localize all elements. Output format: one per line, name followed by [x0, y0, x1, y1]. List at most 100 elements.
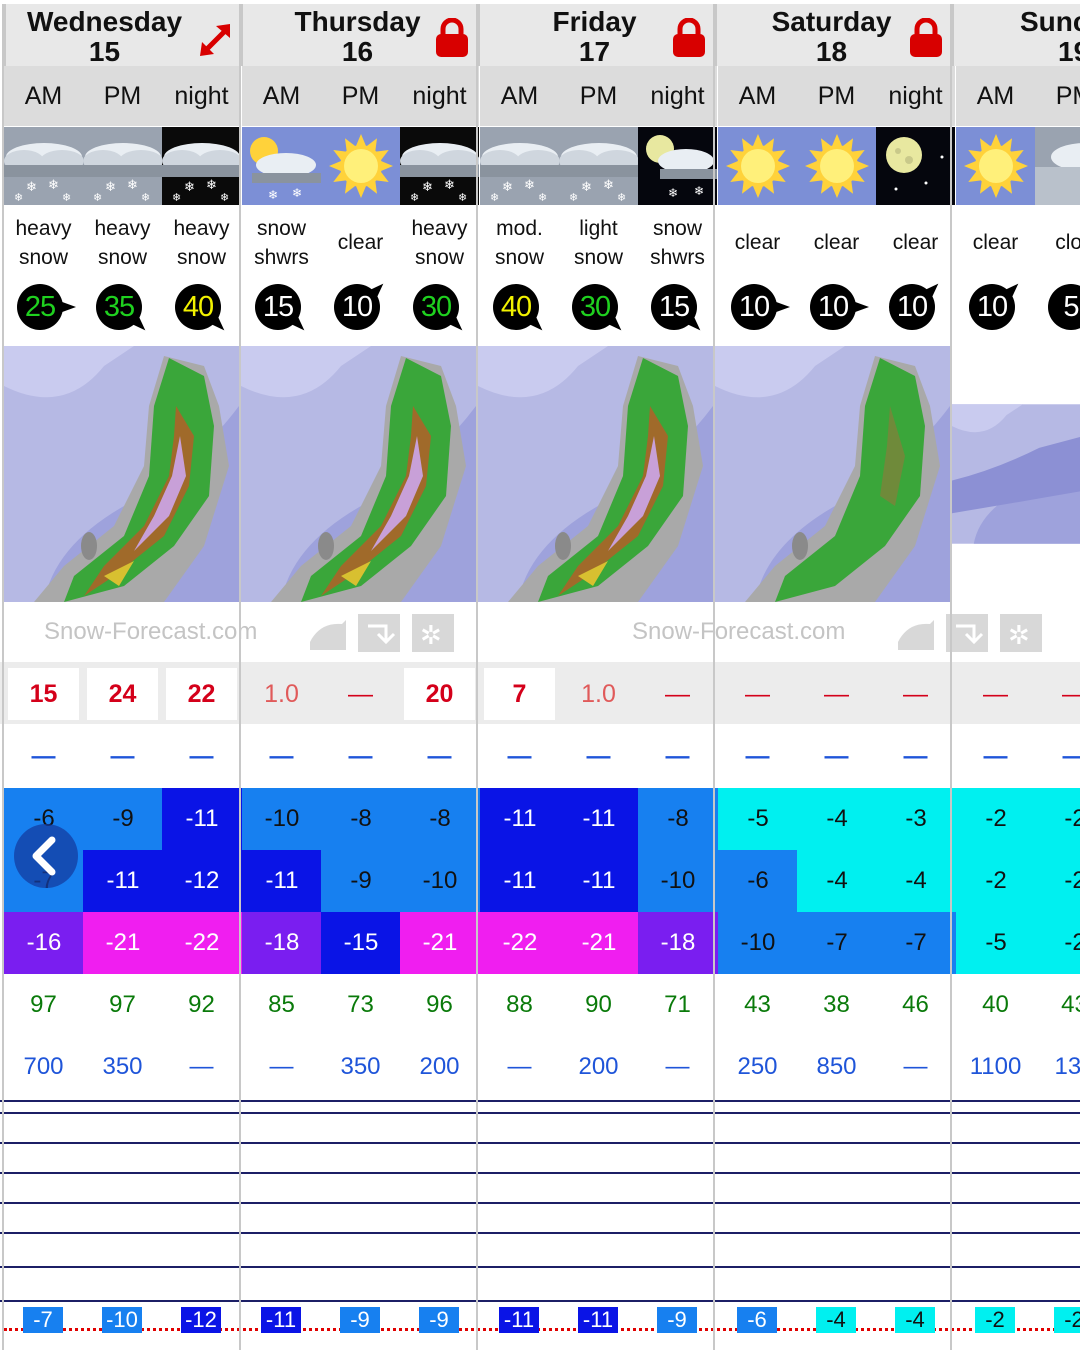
- weather-word: snow: [494, 245, 545, 269]
- snow-amount: 15: [8, 668, 79, 720]
- wind-badge: 5: [1041, 283, 1080, 339]
- snow-showers-icon: ❄ ❄: [242, 127, 321, 205]
- freezing-temp-badge: -10: [102, 1307, 142, 1333]
- rain-amount: —: [1035, 728, 1080, 786]
- min-temp: -10: [400, 850, 480, 912]
- wind-badge: 25: [10, 283, 80, 339]
- svg-text:❄: ❄: [490, 192, 499, 204]
- weather-word: heavy: [411, 216, 468, 240]
- svg-text:❄: ❄: [694, 184, 704, 198]
- back-arrow-button[interactable]: [14, 824, 78, 888]
- rain-amount: —: [189, 743, 214, 770]
- wind-speed: 35: [103, 290, 135, 323]
- snow-map[interactable]: [952, 346, 1080, 602]
- snow-map[interactable]: [241, 346, 476, 602]
- weather-word: snow: [256, 216, 307, 240]
- day-separator: [476, 4, 478, 1350]
- svg-text:❄: ❄: [410, 192, 419, 204]
- weather-summary: clear: [956, 205, 1035, 280]
- svg-text:❄: ❄: [422, 179, 433, 194]
- period-label: PM: [83, 66, 162, 126]
- weather-word: heavy: [15, 216, 72, 240]
- snow-tools-icons[interactable]: ✲: [894, 612, 1044, 654]
- day-header[interactable]: Friday 17: [478, 4, 715, 67]
- weather-summary: light snow: [559, 205, 638, 280]
- weather-summary: heavy snow: [162, 205, 241, 280]
- sun-icon: [956, 127, 1035, 205]
- weather-word: light: [579, 216, 618, 240]
- day-header[interactable]: Saturday 18: [715, 4, 952, 67]
- min-temp: -9: [321, 850, 401, 912]
- grid-line: [0, 1112, 1080, 1114]
- min-temp: -4: [797, 850, 877, 912]
- humidity-value: 40: [982, 991, 1009, 1018]
- svg-text:❄: ❄: [48, 177, 59, 192]
- snow-map[interactable]: [478, 346, 713, 602]
- wind-chill-temp: -22: [480, 912, 560, 974]
- weather-summary: clear: [797, 205, 876, 280]
- humidity-value: 43: [1061, 991, 1080, 1018]
- freezing-temp-badge: -11: [499, 1307, 539, 1333]
- day-header[interactable]: Sunc19: [952, 4, 1080, 67]
- day-header[interactable]: Thursday 16: [241, 4, 478, 67]
- freezing-temp-badge: -7: [23, 1307, 63, 1333]
- rain-amount: —: [983, 743, 1008, 770]
- svg-text:❄: ❄: [62, 192, 71, 204]
- freezing-level: —: [189, 1053, 214, 1080]
- day-separator: [2, 4, 4, 1350]
- rain-amount: —: [110, 743, 135, 770]
- wind-chill-temp: -5: [956, 912, 1036, 974]
- humidity-value: 97: [30, 991, 57, 1018]
- expand-icon[interactable]: [196, 20, 236, 60]
- max-temp: -8: [400, 788, 480, 850]
- lock-icon[interactable]: [672, 17, 705, 58]
- weather-word: clear: [337, 231, 384, 254]
- weather-summary: clou: [1035, 205, 1080, 280]
- weather-word: snow: [97, 245, 148, 269]
- svg-text:❄: ❄: [444, 177, 455, 192]
- wind-badge: 10: [803, 283, 873, 339]
- weather-word: snow: [176, 245, 227, 269]
- grid-line: [0, 1142, 1080, 1144]
- snow-tools-icons[interactable]: ✲: [306, 612, 456, 654]
- svg-text:❄: ❄: [524, 177, 535, 192]
- weather-word: clear: [972, 231, 1019, 254]
- min-temp: -2: [956, 850, 1036, 912]
- min-temp: -12: [162, 850, 242, 912]
- rain-amount: —: [31, 743, 56, 770]
- wind-speed: 40: [182, 290, 214, 323]
- rain-amount: —: [745, 743, 770, 770]
- weather-word: snow: [18, 245, 69, 269]
- rain-amount: —: [348, 743, 373, 770]
- period-label: night: [638, 66, 717, 126]
- svg-text:❄: ❄: [141, 192, 150, 204]
- snow-amount: —: [745, 679, 770, 708]
- svg-text:❄: ❄: [268, 188, 278, 202]
- max-temp: -9: [83, 788, 163, 850]
- lock-icon[interactable]: [435, 17, 468, 58]
- humidity-value: 97: [109, 991, 136, 1018]
- svg-text:❄: ❄: [105, 179, 116, 194]
- snow-amount: 1.0: [581, 679, 616, 708]
- snow-amount: —: [348, 679, 373, 708]
- wind-speed: 10: [896, 290, 928, 323]
- snow-map[interactable]: [715, 346, 950, 602]
- wind-chill-temp: -18: [242, 912, 322, 974]
- watermark-text: Snow-Forecast.com: [632, 618, 846, 645]
- heavy-snow-icon: ❄ ❄ ❄ ❄: [4, 127, 83, 205]
- humidity-value: 92: [188, 991, 215, 1018]
- max-temp: -4: [797, 788, 877, 850]
- watermark-text: Snow-Forecast.com: [44, 618, 258, 645]
- wind-chill-temp: -2: [1035, 912, 1080, 974]
- day-header[interactable]: Wednesday 15: [4, 4, 241, 67]
- wind-speed: 40: [500, 290, 532, 323]
- snow-map[interactable]: [4, 346, 239, 602]
- wind-badge: 10: [962, 283, 1032, 339]
- wind-badge: 10: [724, 283, 794, 339]
- snow-showers-night-icon: ❄ ❄: [638, 127, 717, 205]
- lock-icon[interactable]: [909, 17, 942, 58]
- period-label: PM: [1035, 66, 1080, 126]
- humidity-value: 96: [426, 991, 453, 1018]
- weather-word: heavy: [173, 216, 230, 240]
- rain-amount: —: [665, 743, 690, 770]
